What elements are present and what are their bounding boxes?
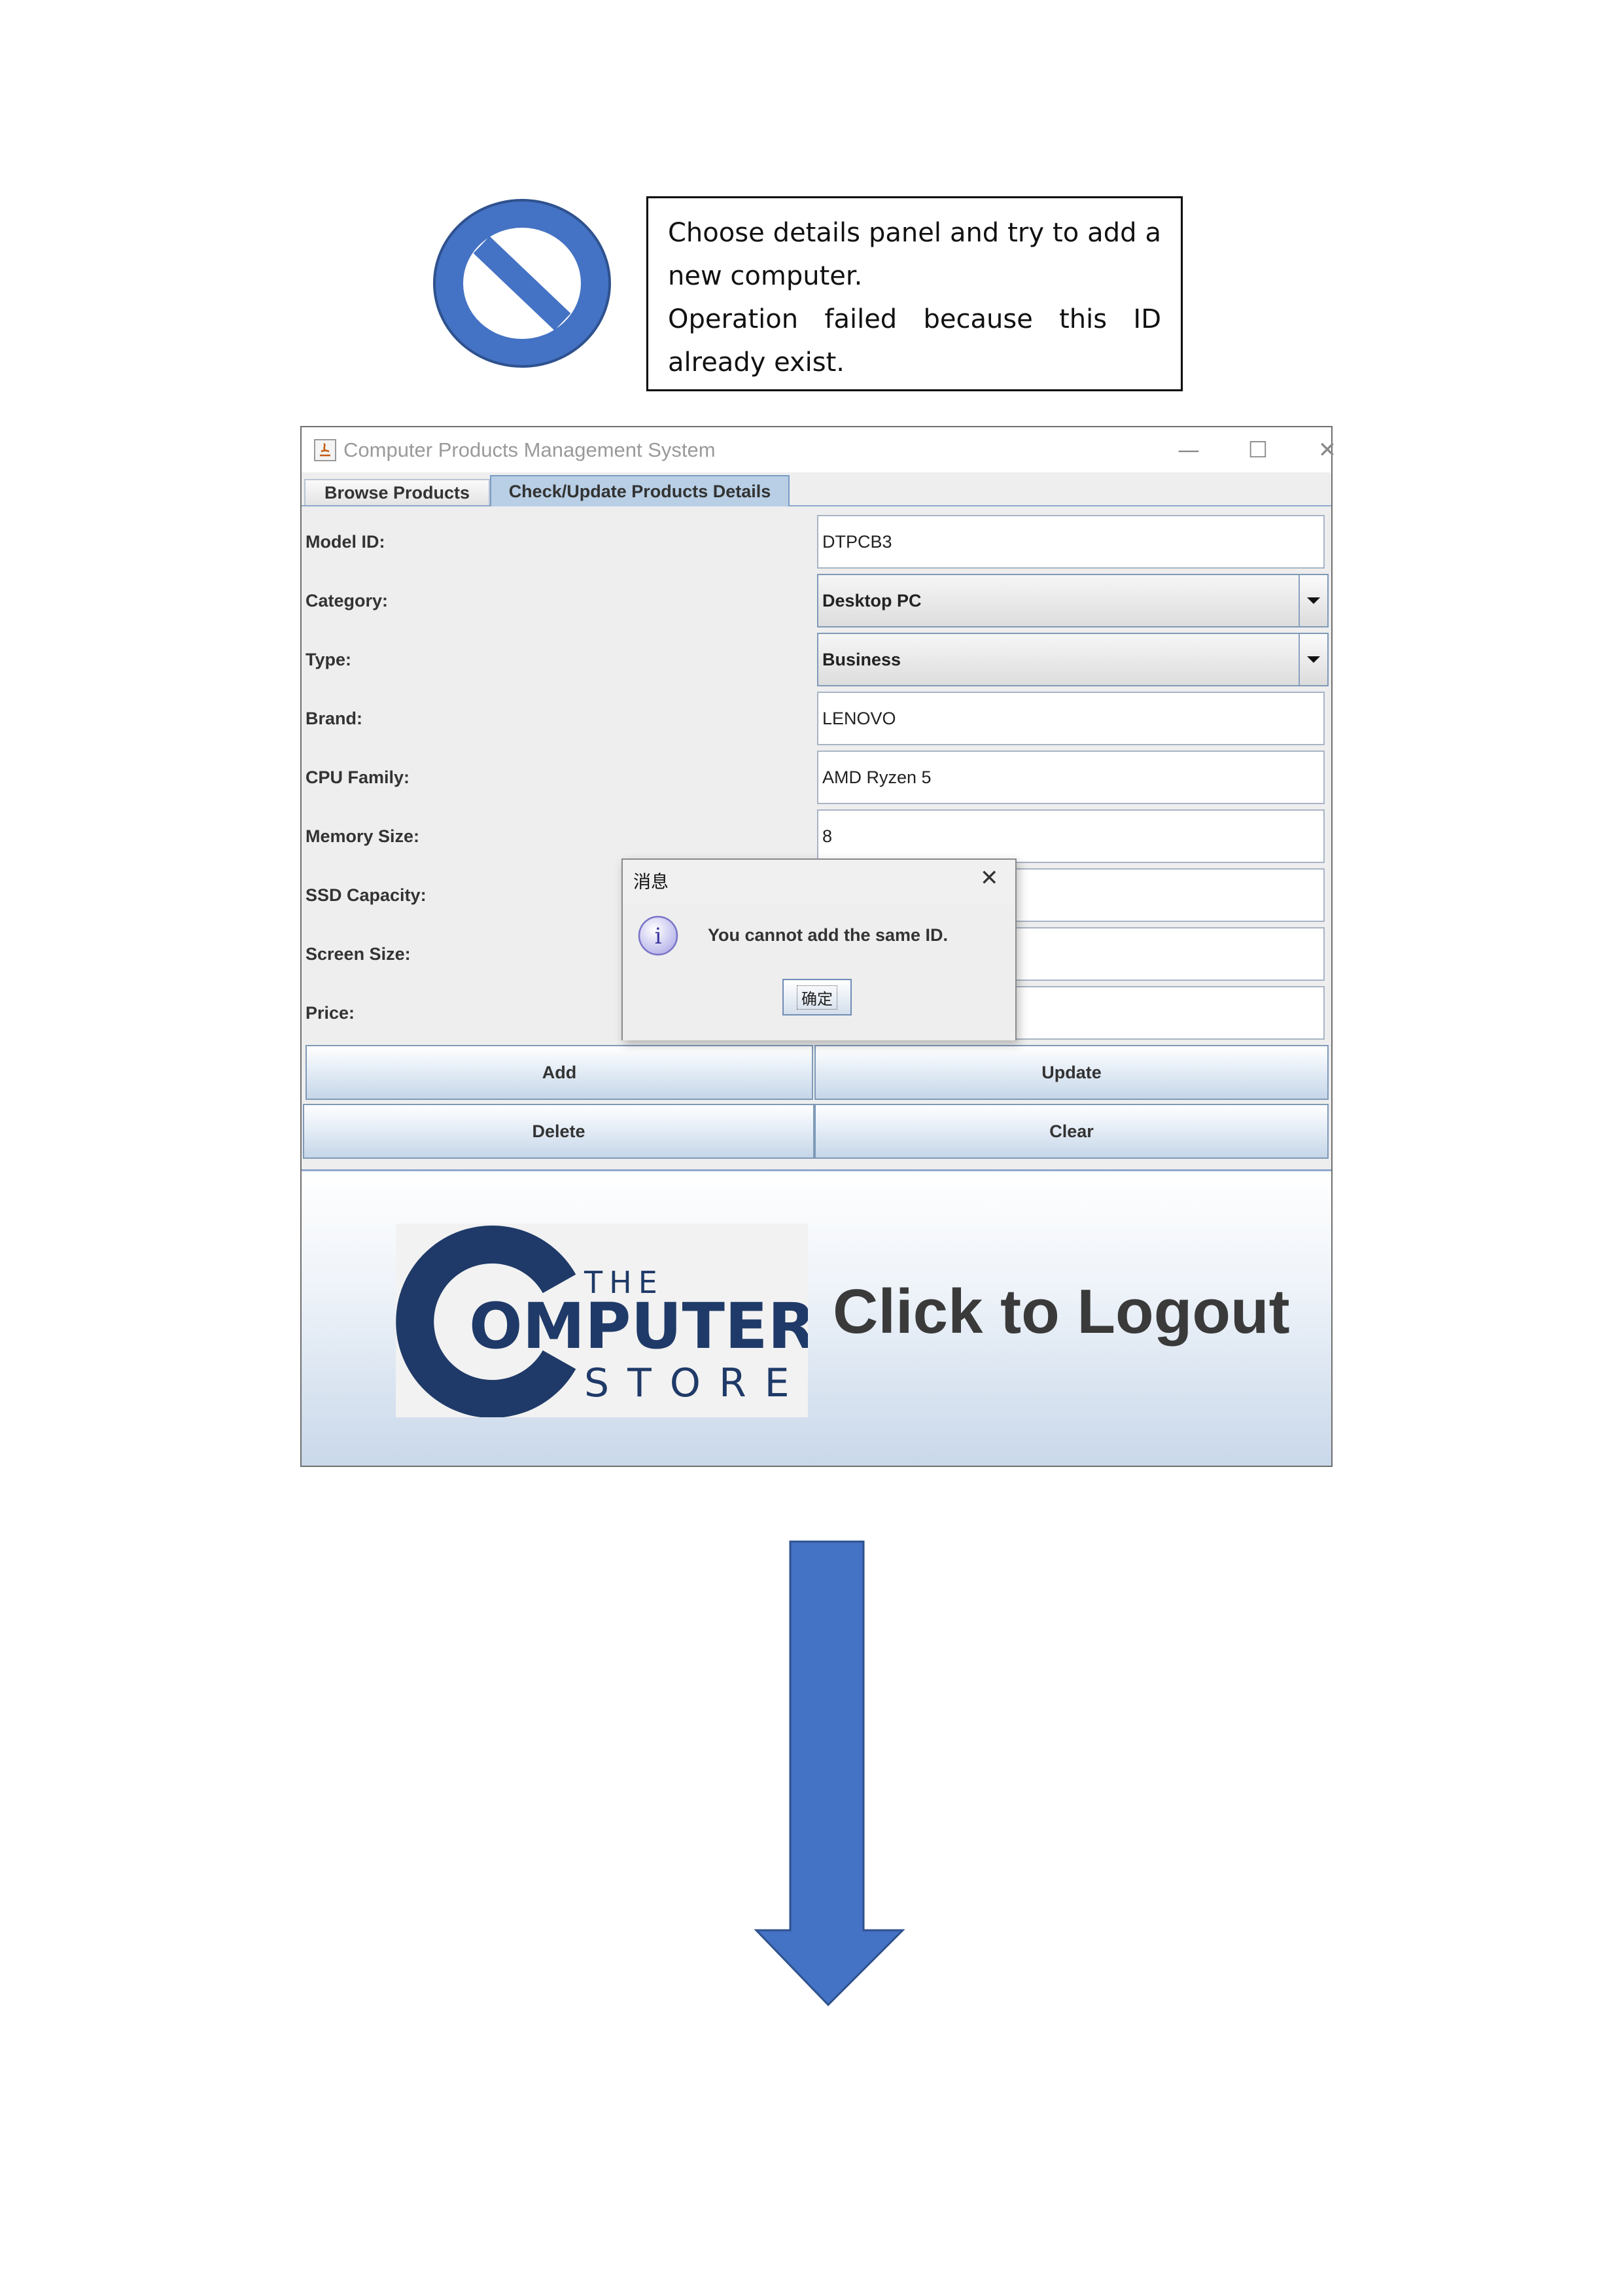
- dialog-title: 消息: [633, 872, 669, 892]
- window-title: Computer Products Management System: [343, 438, 716, 461]
- app-window: Computer Products Management System — ☐ …: [300, 426, 1336, 1467]
- close-window-button[interactable]: ✕: [1295, 427, 1360, 472]
- logo-store-text: STORE: [584, 1360, 808, 1406]
- tab-strip: Browse Products Check/Update Products De…: [302, 472, 1331, 506]
- ok-label: 确定: [797, 985, 837, 1010]
- info-icon: i: [638, 915, 678, 956]
- type-label: Type:: [305, 650, 352, 669]
- prohibited-icon: [433, 199, 611, 368]
- screen-size-label: Screen Size:: [305, 944, 411, 964]
- category-label: Category:: [305, 591, 389, 610]
- type-value: Business: [822, 650, 901, 669]
- type-dropdown[interactable]: Business: [817, 633, 1329, 686]
- delete-button[interactable]: Delete: [303, 1104, 814, 1159]
- logout-button[interactable]: THE OMPUTER STORE Click to Logout: [302, 1169, 1331, 1466]
- dialog-body: i You cannot add the same ID. 确定: [623, 904, 1015, 1040]
- row-cpu-family: CPU Family: AMD Ryzen 5: [302, 748, 1331, 807]
- ssd-capacity-label: SSD Capacity:: [305, 885, 427, 905]
- cpu-family-label: CPU Family:: [305, 768, 410, 787]
- row-category: Category: Desktop PC: [302, 571, 1331, 630]
- close-icon[interactable]: ✕: [980, 865, 999, 891]
- category-dropdown[interactable]: Desktop PC: [817, 574, 1329, 627]
- dialog-message: You cannot add the same ID.: [708, 925, 949, 945]
- row-memory-size: Memory Size: 8: [302, 807, 1331, 866]
- brand-field[interactable]: LENOVO: [817, 692, 1325, 745]
- tab-browse-products[interactable]: Browse Products: [304, 479, 490, 505]
- update-button[interactable]: Update: [814, 1045, 1329, 1100]
- minimize-button[interactable]: —: [1156, 427, 1221, 472]
- svg-text:i: i: [655, 923, 662, 949]
- instruction-note: Choose details panel and try to add a ne…: [646, 196, 1183, 391]
- row-model-id: Model ID: DTPCB3: [302, 512, 1331, 571]
- message-dialog: 消息 ✕ i You cannot add the same ID. 确定: [621, 858, 1017, 1040]
- note-line-1: Choose details panel and try to add a ne…: [668, 218, 1161, 291]
- tab-check-update-details[interactable]: Check/Update Products Details: [490, 475, 790, 506]
- logout-label: Click to Logout: [833, 1277, 1290, 1347]
- chevron-down-icon[interactable]: [1299, 575, 1327, 626]
- memory-size-label: Memory Size:: [305, 826, 420, 846]
- ok-button[interactable]: 确定: [782, 979, 852, 1016]
- cpu-family-field[interactable]: AMD Ryzen 5: [817, 751, 1325, 804]
- logo-computer-text: OMPUTER: [469, 1290, 808, 1363]
- model-id-label: Model ID:: [305, 532, 385, 552]
- chevron-down-icon[interactable]: [1299, 634, 1327, 685]
- category-value: Desktop PC: [822, 591, 922, 610]
- row-type: Type: Business: [302, 630, 1331, 689]
- model-id-field[interactable]: DTPCB3: [817, 515, 1325, 569]
- computer-store-logo: THE OMPUTER STORE: [396, 1224, 816, 1418]
- memory-size-field[interactable]: 8: [817, 809, 1325, 863]
- row-brand: Brand: LENOVO: [302, 689, 1331, 748]
- price-label: Price:: [305, 1003, 355, 1023]
- brand-label: Brand:: [305, 709, 362, 728]
- clear-button[interactable]: Clear: [814, 1104, 1329, 1159]
- java-app-icon: [314, 438, 336, 461]
- add-button[interactable]: Add: [305, 1045, 813, 1100]
- maximize-button[interactable]: ☐: [1225, 427, 1291, 472]
- arrow-down-icon: [754, 1540, 905, 2007]
- note-line-2: Operation failed because this ID already…: [668, 304, 1161, 378]
